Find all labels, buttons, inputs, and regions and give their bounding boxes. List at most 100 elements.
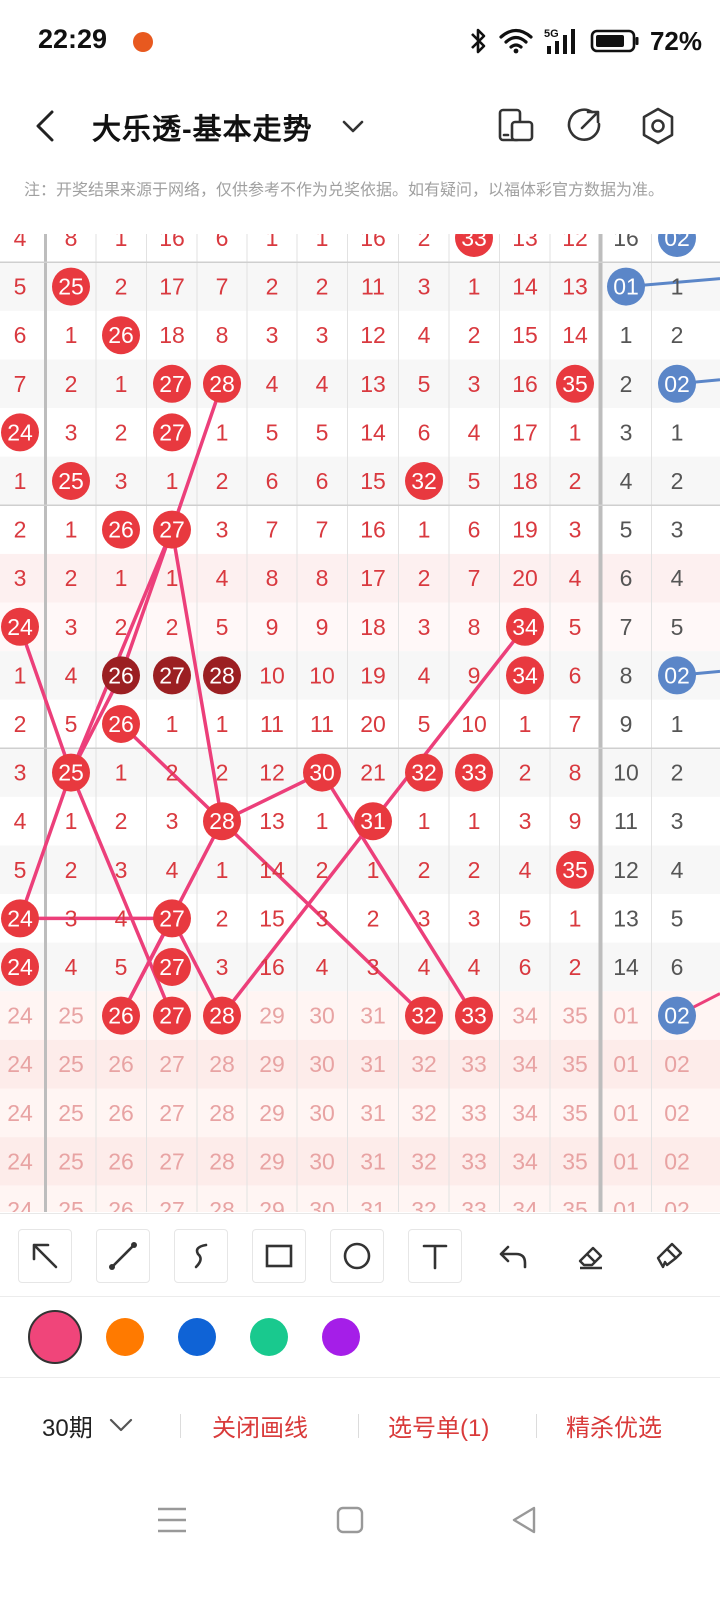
back-omission-value: 1 [671,274,684,300]
omission-value: 31 [360,1197,386,1212]
front-ball-number: 32 [411,468,437,494]
color-swatch-green[interactable] [250,1318,288,1356]
front-ball-number: 30 [309,760,335,786]
back-omission-value: 4 [620,468,633,494]
battery-percent: 72% [649,25,702,56]
back-triangle-icon[interactable] [508,1504,540,1536]
omission-value: 2 [166,614,179,640]
omission-value: 7 [316,517,329,543]
omission-value: 5 [14,274,27,300]
front-ball-number: 28 [209,371,235,397]
trend-chart[interactable]: 4 8 1 16 6 1 1 16 2 33 13 12 16 02 5 25 2 17 7 2 2 11 3 1 14 13 01… [0,234,720,1212]
text-tool-button[interactable] [408,1229,462,1283]
omission-value: 10 [259,662,285,688]
circle-tool-button[interactable] [330,1229,384,1283]
app-header: 大乐透-基本走势 [0,84,720,168]
omission-value: 6 [216,234,229,251]
omission-value: 1 [216,711,229,737]
menu-icon[interactable] [156,1504,188,1536]
rectangle-tool-button[interactable] [252,1229,306,1283]
back-button[interactable] [26,106,66,146]
omission-value: 1 [367,857,380,883]
home-icon[interactable] [334,1504,366,1536]
front-ball-number: 27 [159,371,185,397]
share-icon[interactable] [562,104,606,148]
omission-value: 11 [361,274,385,300]
device-switch-icon[interactable] [494,104,538,148]
omission-value: 4 [65,954,78,980]
omission-value: 19 [512,517,538,543]
back-omission-value: 14 [613,954,639,980]
back-omission-value: 02 [664,1197,690,1212]
omission-value: 32 [411,1051,437,1077]
color-palette [0,1298,720,1378]
chevron-down-icon[interactable] [108,1412,134,1438]
omission-value: 7 [569,711,582,737]
premium-picks-button[interactable]: 精杀优选 [566,1408,662,1443]
omission-value: 2 [367,905,380,931]
settings-icon[interactable] [636,104,680,148]
page-title[interactable]: 大乐透-基本走势 [92,106,313,148]
undo-button[interactable] [486,1229,540,1283]
omission-value: 34 [512,1197,538,1212]
omission-value: 20 [512,565,538,591]
omission-value: 3 [65,419,78,445]
front-ball-number: 31 [360,808,386,834]
omission-value: 4 [519,857,532,883]
back-omission-value: 2 [620,371,633,397]
omission-value: 3 [14,760,27,786]
omission-value: 3 [65,905,78,931]
arrow-tool-button[interactable] [18,1229,72,1283]
omission-value: 13 [360,371,386,397]
omission-value: 31 [360,1100,386,1126]
omission-value: 3 [266,322,279,348]
omission-value: 2 [115,419,128,445]
selection-list-button[interactable]: 选号单(1) [388,1408,489,1443]
chevron-down-icon[interactable] [340,114,366,140]
freehand-tool-button[interactable] [174,1229,228,1283]
omission-value: 6 [14,322,27,348]
omission-value: 28 [209,1148,235,1174]
line-tool-button[interactable] [96,1229,150,1283]
period-select[interactable]: 30期 [42,1408,93,1443]
omission-value: 25 [58,1003,84,1029]
omission-value: 18 [360,614,386,640]
arrow-tool-icon [32,1243,58,1269]
omission-value: 1 [115,565,128,591]
trend-grid[interactable]: 4 8 1 16 6 1 1 16 2 33 13 12 16 025 25 2 17 7 2 2 11 3 1 14 13 01… [0,234,720,1212]
omission-value: 34 [512,1100,538,1126]
front-ball-number: 24 [7,954,33,980]
back-omission-value: 1 [620,322,633,348]
omission-value: 25 [58,1051,84,1077]
color-swatch-orange[interactable] [106,1318,144,1356]
omission-value: 35 [562,1100,588,1126]
color-swatch-purple[interactable] [322,1318,360,1356]
freehand-tool-icon [194,1243,208,1269]
divider [358,1414,359,1438]
front-ball-number: 33 [461,234,487,251]
omission-value: 1 [166,565,179,591]
omission-value: 3 [115,857,128,883]
eraser-button[interactable] [564,1229,618,1283]
circle-tool-icon [343,1242,371,1270]
omission-value: 24 [7,1003,33,1029]
omission-value: 29 [259,1051,285,1077]
front-ball-number: 24 [7,905,33,931]
back-omission-value: 01 [613,1100,639,1126]
omission-value: 1 [316,808,329,834]
omission-value: 8 [316,565,329,591]
omission-value: 1 [569,905,582,931]
color-swatch-pink[interactable] [28,1310,82,1364]
omission-value: 31 [360,1148,386,1174]
omission-value: 27 [159,1100,185,1126]
clear-brush-button[interactable] [642,1229,696,1283]
omission-value: 12 [562,234,588,251]
omission-value: 1 [65,322,78,348]
omission-value: 3 [519,808,532,834]
back-omission-value: 12 [613,857,639,883]
color-swatch-blue[interactable] [178,1318,216,1356]
front-ball-number: 27 [159,662,185,688]
omission-value: 4 [316,371,329,397]
back-omission-value: 2 [671,322,684,348]
close-lines-button[interactable]: 关闭画线 [212,1408,308,1443]
